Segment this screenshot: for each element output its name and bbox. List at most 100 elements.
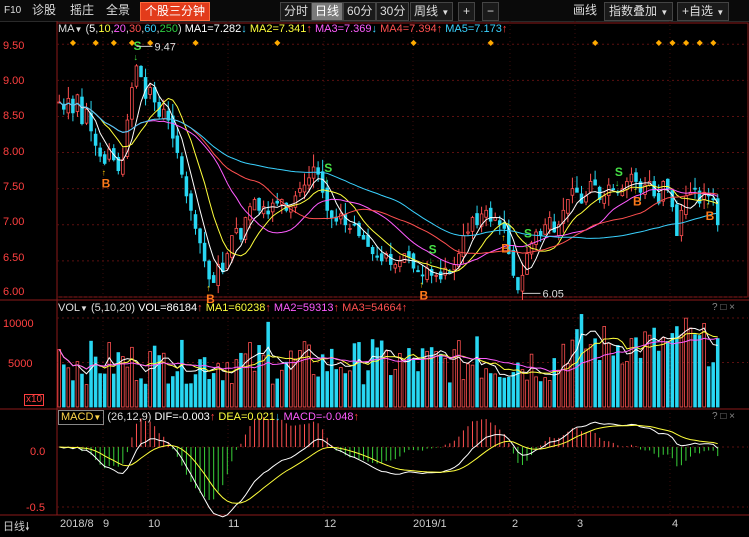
chevron-down-icon[interactable]: ▼: [75, 25, 83, 34]
tab-weekly-label: 周线: [414, 4, 439, 18]
candle-body: [470, 217, 475, 232]
volume-bar: [520, 369, 525, 408]
volume-bar: [448, 382, 452, 408]
volume-bar: [566, 363, 570, 408]
close-icon[interactable]: ×: [729, 302, 735, 313]
signal-diamond-icon: ◆: [274, 38, 281, 47]
volume-bar: [570, 339, 575, 408]
volume-bar: [529, 353, 534, 408]
help-icon[interactable]: ?: [712, 302, 718, 313]
volume-bar: [284, 361, 289, 408]
volume-bar: [325, 371, 329, 408]
help-icon[interactable]: ?: [712, 411, 718, 422]
buy-arrow-icon: ↑: [501, 232, 506, 242]
maximize-icon[interactable]: □: [720, 411, 726, 422]
maximize-icon[interactable]: □: [720, 302, 726, 313]
tab-60min[interactable]: 60分: [343, 2, 377, 21]
ma-indicator-name[interactable]: MA: [58, 23, 75, 35]
tab-daily[interactable]: 日线: [311, 2, 344, 21]
close-icon[interactable]: ×: [729, 411, 735, 422]
candle-body: [438, 271, 443, 280]
shake-dealer-button[interactable]: 摇庄: [70, 2, 94, 19]
macd-y-tick-label: 0.0: [30, 446, 46, 458]
candle-body: [184, 176, 189, 197]
volume-bar: [334, 369, 339, 408]
volume-bar: [493, 373, 497, 408]
index-overlay-button[interactable]: 指数叠加 ▼: [604, 2, 674, 21]
x-tick-label: 3: [577, 518, 584, 530]
diagnose-stock-button[interactable]: 诊股: [32, 2, 56, 19]
signal-diamond-icon: ◆: [410, 38, 417, 47]
volume-bar: [434, 351, 438, 408]
volume-bar: [438, 353, 443, 408]
vol-indicator-name[interactable]: VOL: [58, 302, 80, 314]
volume-bar: [257, 345, 261, 408]
ma2-value: MA2=7.341: [249, 23, 307, 35]
chart-canvas[interactable]: B↑B↑B↑B↑B↑B↑S↓S↓S↓S↓S↓◆ ◆ ◆ ◆ ◆ ◆ ◆ ◆ ◆ ◆ ◆ ◆ ◆ ◆ ◆9.4…: [0, 21, 749, 535]
chevron-down-icon[interactable]: ▼: [80, 304, 88, 313]
macd-indicator-dropdown[interactable]: MACD▼: [58, 410, 105, 425]
candle-body: [670, 190, 675, 208]
zoom-in-button[interactable]: +: [458, 2, 476, 21]
period-selector[interactable]: 日线🠗: [3, 518, 30, 537]
candle-body: [225, 253, 230, 270]
volume-bar: [507, 376, 511, 408]
sell-signal-label: S: [615, 165, 623, 179]
volume-bar: [252, 370, 257, 408]
add-watchlist-label: +自选: [682, 4, 714, 18]
add-watchlist-button[interactable]: +自选 ▼: [677, 2, 730, 21]
volume-bar: [370, 339, 375, 408]
tab-intraday[interactable]: 分时: [280, 2, 313, 21]
ma-param-5: 60: [144, 23, 157, 35]
candle-body: [629, 173, 634, 183]
tab-30min[interactable]: 30分: [376, 2, 410, 21]
high-price-label: 9.47: [154, 41, 175, 53]
volume-bar: [84, 384, 89, 408]
ma1-value: MA1=7.282: [184, 23, 242, 35]
volume-bar: [275, 378, 280, 408]
volume-panel-buttons: ? □ ×: [712, 302, 735, 313]
buy-signal-label: B: [501, 241, 510, 255]
draw-line-button[interactable]: 画线: [573, 2, 597, 19]
panorama-button[interactable]: 全景: [106, 2, 130, 19]
volume-bar: [180, 339, 184, 408]
candle-body: [152, 87, 157, 103]
candle-body: [566, 199, 570, 214]
volume-unit-label: x10: [24, 394, 45, 406]
sell-signal-label: S: [524, 227, 532, 241]
candle-body: [484, 209, 488, 218]
volume-bar: [638, 357, 643, 408]
candle-body: [102, 154, 107, 164]
vol-ma2-value: MA2=59313: [273, 302, 334, 314]
zoom-out-button[interactable]: −: [482, 2, 500, 21]
y-tick-label: 7.00: [3, 216, 25, 228]
volume-bar: [579, 314, 584, 408]
candle-body: [575, 187, 579, 193]
macd-dea-arrow: ↓: [274, 411, 281, 423]
volume-bar: [715, 338, 720, 408]
candle-body: [361, 234, 366, 240]
chevron-down-icon: ▼: [716, 8, 725, 17]
volume-bar: [161, 352, 166, 408]
candle-body: [375, 255, 379, 258]
f10-button[interactable]: F10: [4, 2, 21, 19]
ma5-arrow: ↑: [501, 23, 508, 35]
volume-bar: [248, 342, 252, 408]
stock-three-minute-button[interactable]: 个股三分钟: [140, 2, 211, 21]
candle-body: [148, 87, 152, 95]
signal-diamond-icon: ◆: [488, 38, 495, 47]
volume-bar: [75, 361, 80, 408]
vol-params: (5,10,20): [91, 302, 136, 314]
volume-bar: [89, 340, 93, 408]
tab-weekly[interactable]: 周线 ▼: [410, 2, 454, 21]
candle-body: [202, 242, 207, 262]
ma-param-4: 30: [128, 23, 142, 35]
volume-bar: [125, 366, 130, 408]
volume-bar: [484, 368, 488, 408]
candle-body: [193, 214, 198, 229]
volume-bar: [102, 373, 107, 408]
volume-bar: [466, 363, 470, 408]
signal-diamond-icon: ◆: [70, 38, 77, 47]
candle-body: [452, 264, 457, 271]
sell-arrow-icon: ↓: [429, 255, 434, 265]
